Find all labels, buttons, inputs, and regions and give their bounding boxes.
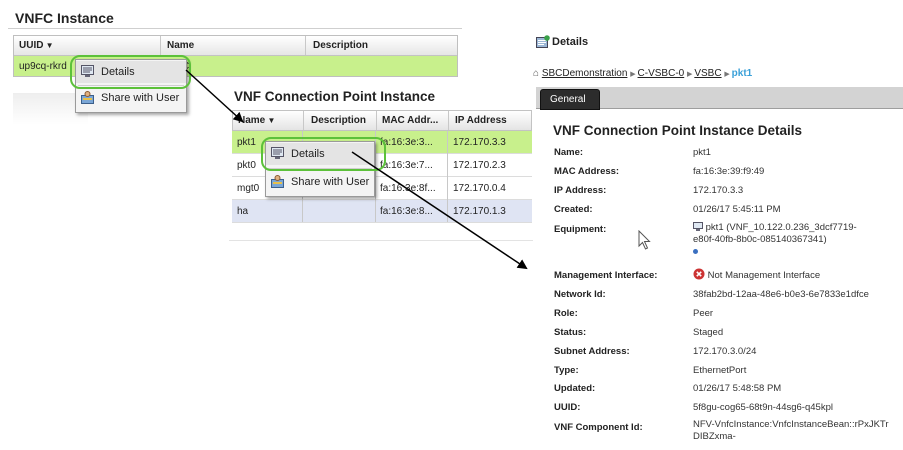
menu-item-share-with-user[interactable]: Share with User [76,87,186,109]
column-header-description[interactable]: Description [311,115,366,126]
table-header: UUID ▼ Name Description [14,36,457,56]
details-title: Details [552,36,589,48]
cell-mac: fa:16:3e:8... [380,206,433,217]
share-user-icon [271,175,284,188]
callout-highlight [261,137,386,171]
info-icon[interactable] [693,249,698,254]
field-label: Management Interface: [554,270,658,281]
field-label: Created: [554,204,593,215]
sort-desc-icon: ▼ [265,116,276,125]
field-value: 5f8gu-cog65-68t9n-44sg6-q45kpl [693,402,833,413]
breadcrumb-link[interactable]: VSBC [694,68,721,79]
field-label: Updated: [554,383,596,394]
field-value: pkt1 [693,147,711,158]
share-user-icon [81,91,94,104]
field-value: Peer [693,308,714,319]
cell-ip: 172.170.0.4 [453,183,506,194]
column-divider[interactable] [160,36,161,55]
breadcrumb-current: pkt1 [731,68,753,79]
table-header: Name ▼ Description MAC Addr... IP Addres… [232,110,532,131]
field-value: 38fab2bd-12aa-48e6-b0e3-6e7833e1dfce [693,289,869,300]
field-label: Subnet Address: [554,346,630,357]
error-icon [693,268,705,280]
field-label: UUID: [554,402,581,413]
field-value: fa:16:3e:39:f9:49 [693,166,765,177]
callout-highlight [70,55,191,89]
details-subtitle: VNF Connection Point Instance Details [553,123,803,138]
field-label: Status: [554,327,587,338]
breadcrumb-link[interactable]: SBCDemonstration [542,68,628,79]
panel-title: VNF Connection Point Instance [234,89,436,104]
tab-bar: General [536,87,903,110]
column-header-ip[interactable]: IP Address [455,115,507,126]
details-panel: Details ⌂ SBCDemonstration ▶ C-VSBC-0 ▶ … [533,30,903,450]
breadcrumb-link[interactable]: C-VSBC-0 [638,68,685,79]
field-label: Type: [554,365,579,376]
field-value: Staged [693,327,724,338]
table-row[interactable]: ha fa:16:3e:8... 172.170.1.3 [232,200,532,223]
field-label: Network Id: [554,289,606,300]
cell-name: pkt0 [237,160,256,171]
column-header-uuid[interactable]: UUID ▼ [19,40,54,51]
panel-title: VNFC Instance [15,10,114,26]
cell-mac: fa:16:3e:8f... [380,183,436,194]
field-value: 01/26/17 5:48:58 PM [693,383,782,394]
details-icon [536,35,550,48]
title-divider [8,28,462,29]
field-label: MAC Address: [554,166,620,177]
field-label: Name: [554,147,584,158]
breadcrumb-separator-icon: ▶ [630,71,638,78]
column-divider[interactable] [448,111,449,130]
column-header-description[interactable]: Description [313,40,368,51]
panel-bottom-line [229,240,533,241]
breadcrumb: ⌂ SBCDemonstration ▶ C-VSBC-0 ▶ VSBC ▶ p… [533,68,752,79]
sort-desc-icon: ▼ [43,41,54,50]
menu-item-share-with-user[interactable]: Share with User [266,171,374,193]
field-value: 172.170.3.3 [693,185,744,196]
cell-ip: 172.170.1.3 [453,206,506,217]
field-value-equipment[interactable]: pkt1 (VNF_10.122.0.236_3dcf7719- e80f-40… [693,222,857,258]
field-value: Not Management Interface [693,268,820,282]
cell-mac: fa:16:3e:7... [380,160,433,171]
field-value: 172.170.3.0/24 [693,346,757,357]
mouse-pointer-icon [638,230,651,250]
cell-name: pkt1 [237,137,256,148]
tab-general[interactable]: General [540,89,600,110]
cell-uuid: up9cq-rkrd [19,61,67,72]
field-label: Equipment: [554,224,607,235]
column-divider[interactable] [376,111,377,130]
column-divider [447,131,448,222]
column-divider[interactable] [305,36,306,55]
breadcrumb-separator-icon: ▶ [724,71,732,78]
cell-mac: fa:16:3e:3... [380,137,433,148]
field-value: NFV-VnfcInstance:VnfcInstanceBean::rPxJK… [693,419,889,442]
cell-name: mgt0 [237,183,260,194]
field-value: EthernetPort [693,365,747,376]
field-label: IP Address: [554,185,607,196]
equipment-icon [693,222,703,231]
field-label: Role: [554,308,578,319]
cell-ip: 172.170.2.3 [453,160,506,171]
cell-ip: 172.170.3.3 [453,137,506,148]
home-icon[interactable]: ⌂ [533,68,539,79]
column-header-mac[interactable]: MAC Addr... [382,115,438,126]
cell-name: ha [237,206,249,217]
column-divider[interactable] [303,111,304,130]
field-value: 01/26/17 5:45:11 PM [693,204,781,215]
column-header-name[interactable]: Name [167,40,194,51]
field-label: VNF Component Id: [554,422,643,433]
column-header-name[interactable]: Name ▼ [238,115,275,126]
